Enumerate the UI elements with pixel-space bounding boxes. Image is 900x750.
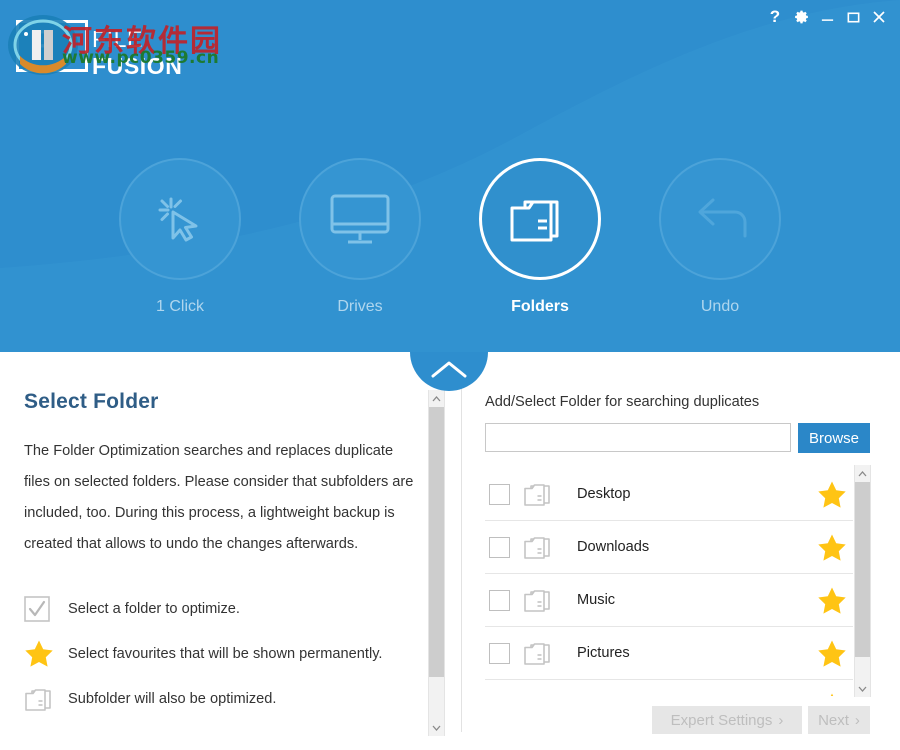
window-controls: ? (762, 4, 892, 30)
folder-checkbox[interactable] (485, 642, 523, 664)
legend-list: Select a folder to optimize. Select favo… (24, 586, 420, 721)
nav-item-drives[interactable]: Drives (270, 158, 450, 316)
mode-navigation: 1 Click Drives Folders Undo (0, 158, 900, 348)
legend-text-star: Select favourites that will be shown per… (68, 645, 383, 662)
undo-arrow-icon (659, 158, 781, 280)
folder-checkbox[interactable] (485, 483, 523, 505)
chevron-right-icon-expert: › (778, 711, 784, 729)
folder-row[interactable]: Music (485, 574, 853, 627)
folders-icon (479, 158, 601, 280)
maximize-icon[interactable] (840, 4, 866, 30)
nav-label-folders: Folders (511, 298, 569, 315)
folder-row[interactable]: Pictures (485, 627, 853, 680)
folder-icon (523, 533, 577, 561)
favourite-star-icon[interactable] (811, 639, 853, 668)
star-icon (24, 639, 68, 668)
close-icon[interactable] (866, 4, 892, 30)
favourite-star-icon[interactable] (811, 533, 853, 562)
brand-name-line1: FILE (92, 26, 143, 52)
legend-text-folder: Subfolder will also be optimized. (68, 690, 277, 707)
gear-icon[interactable] (788, 4, 814, 30)
folder-checkbox[interactable] (485, 589, 523, 611)
header-banner: 河东软件园 www.pc0359.cn F FILE FUSION ? 1 Cl… (0, 0, 900, 352)
folder-name: Pictures (577, 645, 630, 661)
scroll-up-arrow-left[interactable] (429, 390, 444, 407)
page-title: Select Folder (24, 390, 159, 413)
favourite-star-icon[interactable] (811, 480, 853, 509)
content-area: Select Folder The Folder Optimization se… (0, 352, 900, 750)
nav-label-1-click: 1 Click (155, 298, 204, 315)
nav-item-undo[interactable]: Undo (630, 158, 810, 316)
brand-name: FILE FUSION (92, 26, 183, 80)
expert-settings-button[interactable]: Expert Settings › (652, 706, 802, 734)
folder-scrollbar-thumb[interactable] (855, 482, 870, 657)
folder-input-label: Add/Select Folder for searching duplicat… (485, 394, 760, 410)
cursor-click-icon (119, 158, 241, 280)
folder-name: Music (577, 592, 616, 608)
legend-item-checkbox: Select a folder to optimize. (24, 586, 420, 631)
legend-text-checkbox: Select a folder to optimize. (68, 600, 240, 617)
right-folder-panel: Add/Select Folder for searching duplicat… (471, 352, 900, 750)
help-icon[interactable]: ? (762, 4, 788, 30)
folder-list-scrollbar[interactable] (854, 465, 871, 697)
nav-label-drives: Drives (337, 298, 383, 315)
panel-divider (461, 370, 462, 732)
left-info-panel: Select Folder The Folder Optimization se… (0, 352, 445, 750)
folder-icon (523, 586, 577, 614)
checkbox-checked-icon (24, 595, 68, 622)
browse-button[interactable]: Browse (798, 423, 870, 453)
scroll-up-arrow-folders[interactable] (855, 465, 870, 482)
brand-name-line2: FUSION (92, 53, 183, 79)
folder-row[interactable]: Downloads (485, 521, 853, 574)
folder-path-input[interactable] (485, 423, 791, 452)
left-panel-scrollbar[interactable] (428, 390, 445, 736)
legend-item-star: Select favourites that will be shown per… (24, 631, 420, 676)
left-scrollbar-thumb[interactable] (429, 407, 444, 677)
nav-label-undo: Undo (700, 298, 740, 315)
expert-settings-label: Expert Settings (670, 711, 773, 729)
brand-logo-letter: F (28, 21, 54, 68)
nav-item-1-click[interactable]: 1 Click (90, 158, 270, 316)
folder-name: Downloads (577, 539, 650, 555)
folder-list: Desktop Downloads Music Pictures (485, 468, 870, 696)
scroll-down-arrow-folders[interactable] (855, 680, 870, 697)
footer-actions: Expert Settings › Next › (471, 696, 900, 750)
panel-description: The Folder Optimization searches and rep… (24, 443, 414, 552)
next-button[interactable]: Next › (808, 706, 870, 734)
favourite-star-icon[interactable] (811, 586, 853, 615)
folder-row[interactable]: Desktop (485, 468, 853, 521)
legend-item-folder: Subfolder will also be optimized. (24, 676, 420, 721)
folder-name: Desktop (577, 486, 631, 502)
folder-row[interactable] (485, 680, 853, 696)
nav-item-folders[interactable]: Folders (450, 158, 630, 316)
app-window: 河东软件园 www.pc0359.cn F FILE FUSION ? 1 Cl… (0, 0, 900, 750)
folder-icon (523, 480, 577, 508)
chevron-up-icon (431, 361, 467, 378)
scroll-down-arrow-left[interactable] (429, 719, 444, 736)
minimize-icon[interactable] (814, 4, 840, 30)
chevron-right-icon-next: › (854, 711, 860, 729)
folder-icon (24, 685, 68, 713)
folder-checkbox[interactable] (485, 536, 523, 558)
folder-icon (523, 639, 577, 667)
next-label: Next (818, 711, 849, 729)
monitor-icon (299, 158, 421, 280)
